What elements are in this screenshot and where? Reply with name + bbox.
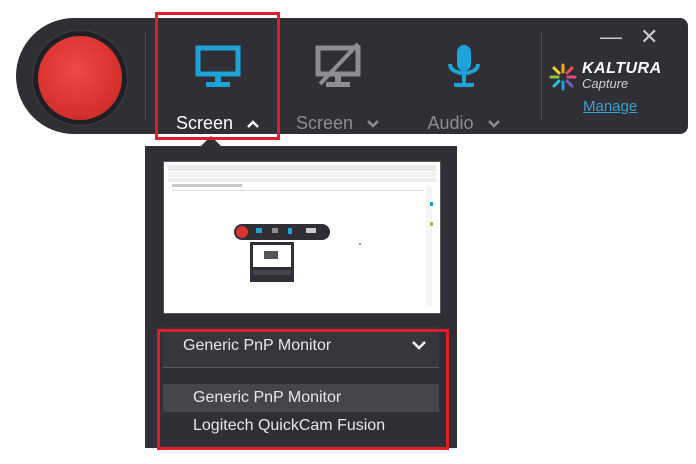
screen-tool-button[interactable]: Screen	[158, 18, 278, 134]
monitor-select[interactable]: Generic PnP Monitor	[163, 327, 439, 368]
audio-tool-button[interactable]: Audio	[404, 18, 524, 134]
monitor-options-list: Generic PnP Monitor Logitech QuickCam Fu…	[163, 384, 439, 440]
audio-tool-label: Audio	[427, 113, 474, 133]
chevron-up-icon	[247, 120, 259, 129]
manage-link[interactable]: Manage	[583, 98, 637, 115]
second-screen-tool-button[interactable]: Screen	[278, 18, 398, 134]
chevron-down-icon	[412, 341, 426, 350]
screen-preview-thumbnail	[164, 162, 440, 313]
chevron-down-icon	[487, 120, 500, 129]
toolbar-divider	[541, 32, 542, 120]
microphone-icon	[448, 45, 480, 87]
screen-tool-label: Screen	[175, 113, 234, 133]
brand-subtitle: Capture	[582, 76, 629, 91]
monitor-disabled-icon	[315, 42, 361, 87]
second-screen-tool-label: Screen	[295, 113, 354, 133]
record-button[interactable]	[38, 36, 122, 120]
toolbar-divider	[145, 32, 146, 120]
close-button[interactable]: ✕	[640, 24, 658, 50]
kaltura-logo-icon	[549, 63, 577, 91]
screen-preview	[163, 161, 441, 314]
monitor-icon	[195, 45, 241, 87]
monitor-option[interactable]: Logitech QuickCam Fusion	[163, 412, 439, 440]
minimize-button[interactable]: —	[600, 24, 622, 50]
monitor-select-value: Generic PnP Monitor	[183, 337, 332, 354]
chevron-down-icon	[367, 120, 379, 129]
monitor-option[interactable]: Generic PnP Monitor	[163, 384, 439, 412]
